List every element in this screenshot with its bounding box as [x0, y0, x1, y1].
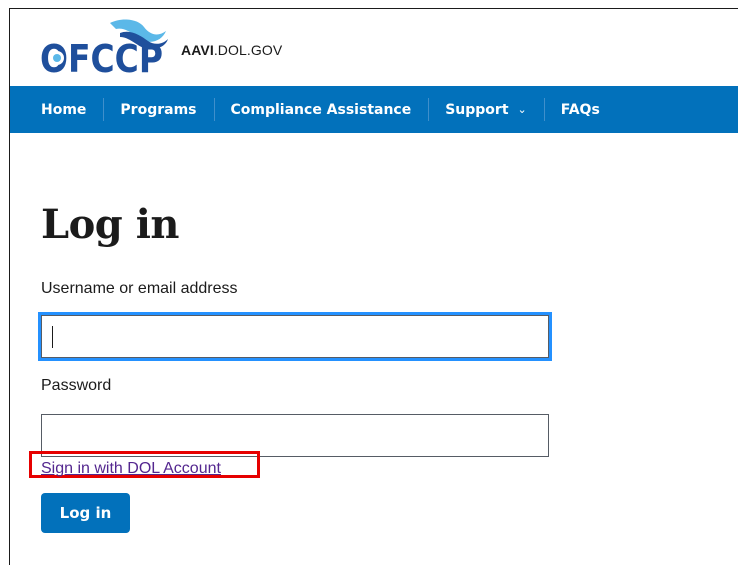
chevron-down-icon: ⌄	[517, 103, 527, 116]
site-header: OFCCP AAVI.DOL.GOV	[10, 9, 738, 85]
site-name[interactable]: AAVI.DOL.GOV	[181, 42, 282, 58]
text-caret	[52, 326, 53, 348]
nav-support-label: Support	[445, 101, 509, 118]
nav-faqs-label: FAQs	[560, 101, 600, 118]
site-name-bold: AAVI	[181, 42, 214, 58]
browser-viewport: OFCCP AAVI.DOL.GOV Home Programs Complia…	[9, 8, 738, 565]
nav-item-support[interactable]: Support ⌄	[428, 86, 544, 133]
nav-compliance-label: Compliance Assistance	[230, 101, 412, 118]
sign-in-with-dol-account-link[interactable]: Sign in with DOL Account	[41, 460, 221, 478]
username-input[interactable]	[38, 312, 552, 361]
nav-programs-label: Programs	[120, 101, 197, 118]
ofccp-logo[interactable]: OFCCP	[40, 17, 170, 75]
nav-item-compliance-assistance[interactable]: Compliance Assistance	[213, 86, 429, 133]
nav-item-home[interactable]: Home	[10, 86, 103, 133]
username-label: Username or email address	[41, 280, 238, 297]
password-label: Password	[41, 377, 112, 394]
login-button[interactable]: Log in	[41, 493, 130, 533]
primary-nav: Home Programs Compliance Assistance Supp…	[10, 86, 738, 133]
nav-home-label: Home	[41, 101, 87, 118]
site-name-domain: .DOL.GOV	[213, 42, 283, 58]
nav-item-programs[interactable]: Programs	[103, 86, 213, 133]
nav-item-faqs[interactable]: FAQs	[543, 86, 617, 133]
page-title: Log in	[41, 201, 179, 248]
